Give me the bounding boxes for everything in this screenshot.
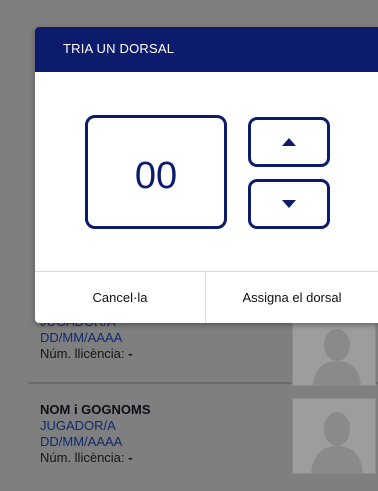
player-card[interactable]: NOM i GOGNOMS JUGADOR/A DD/MM/AAAA Núm. … (28, 392, 378, 474)
license-label: Núm. llicència: (40, 346, 125, 361)
player-role: JUGADOR/A (40, 418, 116, 433)
dorsal-number-display[interactable]: 00 (85, 115, 227, 229)
dialog-title: TRIA UN DORSAL (63, 41, 175, 56)
increment-button[interactable] (248, 117, 330, 167)
cancel-button[interactable]: Cancel·la (35, 272, 205, 323)
dialog-footer: Cancel·la Assigna el dorsal (35, 271, 378, 323)
dorsal-number-value: 00 (134, 154, 178, 197)
avatar (292, 398, 376, 474)
dorsal-picker-dialog: TRIA UN DORSAL 00 Cancel·la Assigna el d… (35, 27, 378, 323)
person-silhouette-icon (293, 399, 375, 473)
player-birthdate: DD/MM/AAAA (40, 434, 123, 449)
player-license: Núm. llicència: - (40, 346, 280, 362)
player-birthdate: DD/MM/AAAA (40, 330, 123, 345)
license-label: Núm. llicència: (40, 450, 125, 465)
assign-dorsal-button[interactable]: Assigna el dorsal (206, 272, 378, 323)
license-value: - (128, 346, 133, 361)
dialog-header: TRIA UN DORSAL (35, 27, 378, 72)
player-name: NOM i GOGNOMS (40, 402, 151, 417)
person-silhouette-icon (293, 319, 375, 385)
license-value: - (128, 450, 133, 465)
player-list: JUGADOR/A DD/MM/AAAA Núm. llicència: - N… (28, 306, 378, 474)
player-license: Núm. llicència: - (40, 450, 280, 466)
caret-up-icon (282, 138, 296, 146)
decrement-button[interactable] (248, 179, 330, 229)
caret-down-icon (282, 200, 296, 208)
avatar (292, 318, 376, 386)
player-info: NOM i GOGNOMS JUGADOR/A DD/MM/AAAA Núm. … (40, 402, 280, 466)
